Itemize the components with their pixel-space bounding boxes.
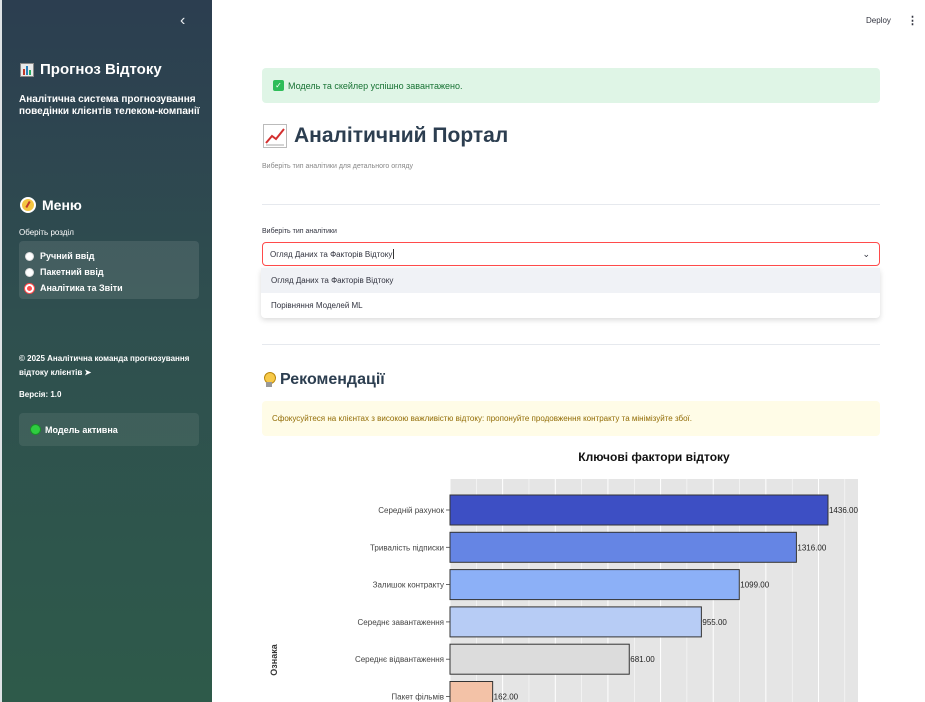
bar-chart-icon	[20, 62, 34, 77]
select-dropdown: Огляд Даних та Факторів Відтоку Порівнян…	[261, 268, 880, 318]
copyright-text: © 2025 Аналітична команда прогнозування …	[19, 352, 199, 380]
chart-plot-area: 1436.00 Середній рахунок 1316.00 Тривалість…	[355, 479, 858, 702]
dropdown-option[interactable]: Порівняння Моделей ML	[261, 293, 880, 318]
success-message: Модель та скейлер успішно завантажено.	[288, 80, 463, 91]
radio-batch-input[interactable]: Пакетний ввід	[25, 264, 193, 280]
radio-label: Пакетний ввід	[40, 267, 104, 277]
bar-value-label: 1099.00	[740, 581, 769, 590]
sidebar-subtitle: Аналітична система прогнозування поведін…	[19, 94, 200, 117]
category-tick-label: Залишок контракту	[373, 581, 444, 590]
chart-ylabel: Ознака	[269, 643, 279, 675]
chart-bar	[449, 681, 494, 702]
select-value: Огляд Даних та Факторів Відтоку	[270, 249, 393, 259]
menu-title-label: Меню	[42, 197, 82, 213]
radio-icon	[25, 251, 34, 261]
select-label: Виберіть тип аналітики	[262, 228, 337, 235]
chart-bar	[449, 606, 702, 638]
lightbulb-icon	[263, 372, 276, 388]
version-text: Версія: 1.0	[19, 390, 62, 399]
page-subtitle: Виберіть тип аналітики для детального ог…	[262, 163, 413, 170]
brand-title: Прогноз Відтоку	[40, 61, 162, 78]
page-title-text: Аналітичний Портал	[294, 124, 509, 147]
category-tick-label: Тривалість підписки	[370, 543, 444, 552]
chart-bar	[449, 569, 740, 601]
model-status-label: Модель активна	[45, 424, 118, 435]
success-alert: ✓ Модель та скейлер успішно завантажено.	[262, 68, 880, 103]
brand: Прогноз Відтоку	[20, 61, 162, 78]
bar-value-label: 955.00	[702, 618, 727, 627]
analytics-type-select[interactable]: Огляд Даних та Факторів Відтоку ⌄	[262, 242, 880, 266]
radio-label: Ручний ввід	[40, 251, 95, 261]
radio-icon	[25, 267, 34, 277]
more-vertical-icon[interactable]: ⋮	[907, 14, 918, 27]
category-tick-label: Пакет фільмів	[391, 693, 444, 702]
section-radio-group: Ручний ввід Пакетний ввід Аналітика та З…	[19, 241, 199, 299]
radio-selected-icon	[25, 283, 34, 293]
recommendations-title: Рекомендації	[263, 371, 385, 389]
deploy-button[interactable]: Deploy	[866, 16, 891, 25]
bar-value-label: 1316.00	[797, 543, 826, 552]
recommendation-alert: Сфокусуйтеся на клієнтах з високою важли…	[262, 401, 880, 436]
cursor-icon: ➤	[84, 368, 92, 377]
recommendation-text: Сфокусуйтеся на клієнтах з високою важли…	[272, 414, 692, 423]
checkmark-icon: ✓	[273, 80, 284, 91]
compass-icon	[20, 197, 36, 213]
page-title: Аналітичний Портал	[263, 124, 508, 148]
divider	[262, 344, 880, 345]
text-cursor	[393, 249, 395, 259]
chart-bar	[449, 643, 630, 675]
trending-up-icon	[263, 124, 287, 148]
chart-bar	[449, 531, 797, 563]
chart-svg: Ключові фактори відтоку Ознака 1436.00 Се…	[269, 450, 858, 702]
sidebar: ‹ Прогноз Відтоку Аналітична система про…	[0, 0, 212, 702]
model-status-box: Модель активна	[19, 413, 199, 446]
chart-bar	[449, 494, 829, 526]
category-tick-label: Середній рахунок	[378, 506, 444, 515]
dropdown-option[interactable]: Огляд Даних та Факторів Відтоку	[261, 268, 880, 293]
recommendations-title-text: Рекомендації	[280, 371, 385, 388]
category-tick-label: Середнє відвантаження	[355, 655, 444, 664]
radio-manual-input[interactable]: Ручний ввід	[25, 248, 193, 264]
churn-factors-chart: Ключові фактори відтоку Ознака 1436.00 Се…	[262, 440, 880, 702]
bar-value-label: 681.00	[630, 655, 655, 664]
bar-value-label: 1436.00	[829, 506, 858, 515]
section-label: Оберіть розділ	[19, 228, 74, 237]
radio-analytics[interactable]: Аналітика та Звіти	[25, 280, 193, 296]
chevron-down-icon[interactable]: ⌄	[862, 249, 870, 260]
divider	[262, 204, 880, 205]
bar-value-label: 162.00	[494, 693, 519, 702]
chart-title: Ключові фактори відтоку	[578, 450, 730, 464]
collapse-sidebar-button[interactable]: ‹	[180, 12, 185, 30]
radio-label: Аналітика та Звіти	[40, 283, 123, 293]
status-green-icon	[30, 424, 41, 435]
category-tick-label: Середнє завантаження	[358, 618, 444, 627]
copyright-label: © 2025 Аналітична команда прогнозування …	[19, 354, 190, 377]
menu-title: Меню	[20, 197, 82, 213]
